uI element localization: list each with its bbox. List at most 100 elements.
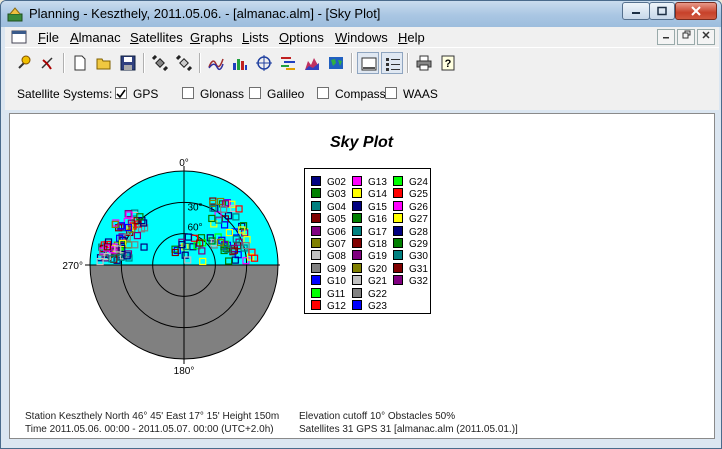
legend-item-g28: G28 bbox=[393, 225, 428, 238]
glonass-label[interactable]: Glonass bbox=[200, 87, 244, 101]
legend-swatch bbox=[352, 250, 362, 261]
world-view-button[interactable] bbox=[325, 52, 347, 74]
world-map-icon bbox=[329, 57, 343, 69]
legend-label: G12 bbox=[327, 301, 346, 312]
legend-swatch bbox=[311, 225, 321, 236]
minimize-icon bbox=[663, 37, 669, 39]
legend-item-g09: G09 bbox=[311, 262, 346, 275]
legend-item-g26: G26 bbox=[393, 200, 428, 213]
legend-swatch bbox=[352, 200, 362, 211]
north-label: 0° bbox=[179, 158, 189, 169]
legend-item-g25: G25 bbox=[393, 188, 428, 200]
legend-item-g05: G05 bbox=[311, 213, 346, 225]
legend-swatch bbox=[393, 200, 403, 211]
app-icon bbox=[7, 6, 23, 22]
location-tool-button[interactable] bbox=[13, 52, 35, 74]
legend-swatch bbox=[311, 275, 321, 286]
legend-item-g23: G23 bbox=[352, 300, 387, 312]
legend-item-g17: G17 bbox=[352, 225, 387, 238]
legend-label: G27 bbox=[409, 214, 428, 226]
menu-file[interactable]: File bbox=[38, 30, 59, 45]
legend-item-g10: G10 bbox=[311, 275, 346, 287]
dop-button[interactable] bbox=[301, 52, 323, 74]
legend-item-g31: G31 bbox=[393, 262, 428, 275]
legend-item-g27: G27 bbox=[393, 213, 428, 225]
legend-item-g07: G07 bbox=[311, 238, 346, 250]
glonass-checkbox[interactable] bbox=[182, 87, 194, 99]
new-button[interactable] bbox=[69, 52, 91, 74]
window-title: Planning - Keszthely, 2011.05.06. - [alm… bbox=[29, 6, 381, 21]
legend-label: G07 bbox=[327, 239, 346, 250]
legend-item-g30: G30 bbox=[393, 250, 428, 262]
legend-toggle[interactable] bbox=[381, 52, 403, 74]
minimize-icon bbox=[632, 12, 640, 14]
satellite-legend: G02 G03 G04 G05 G06 G07 G08 G09 G10 G11 G12 G13 G14 G… bbox=[304, 168, 431, 314]
help-button[interactable]: ? bbox=[437, 52, 459, 74]
obstacle-tool-button[interactable] bbox=[37, 52, 59, 74]
legend-item-g29: G29 bbox=[393, 238, 428, 250]
legend-label: G21 bbox=[368, 276, 387, 288]
document-icon[interactable] bbox=[11, 30, 27, 44]
open-folder-icon bbox=[96, 58, 111, 70]
south-label: 180° bbox=[174, 366, 195, 377]
legend-label: G32 bbox=[409, 276, 428, 288]
satellite-deselect-button[interactable] bbox=[173, 52, 195, 74]
sky-plot-view: Sky Plot 0°180°270°90°30°60° G02G03G04G0… bbox=[9, 113, 715, 439]
legend-label: G05 bbox=[327, 214, 346, 226]
minimize-button[interactable] bbox=[622, 2, 650, 20]
menu-satellites[interactable]: Satellites bbox=[130, 30, 183, 45]
menu-graphs[interactable]: Graphs bbox=[190, 30, 233, 45]
legend-label: G09 bbox=[327, 263, 346, 275]
elevation-graph-button[interactable] bbox=[205, 52, 227, 74]
title-bar[interactable]: Planning - Keszthely, 2011.05.06. - [alm… bbox=[1, 1, 721, 27]
legend-item-g13: G13 bbox=[352, 176, 387, 188]
satellite-systems-label: Satellite Systems: bbox=[17, 87, 113, 101]
legend-swatch bbox=[352, 213, 362, 224]
legend-swatch bbox=[311, 200, 321, 211]
status-bar-toggle[interactable] bbox=[357, 52, 379, 74]
gps-label[interactable]: GPS bbox=[133, 87, 158, 101]
cutoff-info: Elevation cutoff 10° Obstacles 50% bbox=[299, 411, 456, 422]
legend-label: G04 bbox=[327, 201, 346, 213]
print-button[interactable] bbox=[413, 52, 435, 74]
legend-swatch bbox=[352, 287, 362, 298]
maximize-button[interactable] bbox=[649, 2, 675, 20]
satellite-select-button[interactable] bbox=[149, 52, 171, 74]
menu-options[interactable]: Options bbox=[279, 30, 324, 45]
west-label: 270° bbox=[62, 261, 83, 272]
galileo-checkbox[interactable] bbox=[249, 87, 261, 99]
close-button[interactable] bbox=[675, 2, 717, 20]
sky-plot-button[interactable] bbox=[253, 52, 275, 74]
menu-help[interactable]: Help bbox=[398, 30, 425, 45]
visibility-button[interactable] bbox=[277, 52, 299, 74]
mdi-close-button[interactable] bbox=[697, 29, 715, 45]
open-button[interactable] bbox=[93, 52, 115, 74]
compass-checkbox[interactable] bbox=[317, 87, 329, 99]
galileo-label[interactable]: Galileo bbox=[267, 87, 304, 101]
legend-label: G06 bbox=[327, 226, 346, 238]
legend-label: G02 bbox=[327, 177, 346, 188]
toolbar-separator bbox=[351, 53, 353, 73]
mdi-restore-button[interactable] bbox=[677, 29, 695, 45]
legend-item-g15: G15 bbox=[352, 200, 387, 213]
menu-almanac[interactable]: Almanac bbox=[70, 30, 121, 45]
waas-label[interactable]: WAAS bbox=[403, 87, 438, 101]
legend-swatch bbox=[352, 238, 362, 248]
toolbar-separator bbox=[143, 53, 145, 73]
menu-bar: File Almanac Satellites Graphs Lists Opt… bbox=[5, 27, 719, 47]
compass-label[interactable]: Compass bbox=[335, 87, 386, 101]
waas-checkbox[interactable] bbox=[385, 87, 397, 99]
legend-item-g08: G08 bbox=[311, 250, 346, 262]
legend-item-g12: G12 bbox=[311, 300, 346, 312]
svg-text:?: ? bbox=[445, 58, 452, 70]
menu-windows[interactable]: Windows bbox=[335, 30, 388, 45]
mdi-minimize-button[interactable] bbox=[657, 29, 675, 45]
save-button[interactable] bbox=[117, 52, 139, 74]
legend-item-g21: G21 bbox=[352, 275, 387, 287]
menu-lists[interactable]: Lists bbox=[242, 30, 269, 45]
satellite-count-button[interactable] bbox=[229, 52, 251, 74]
list-icon bbox=[386, 58, 400, 71]
gps-checkbox[interactable] bbox=[115, 87, 127, 99]
legend-label: G26 bbox=[409, 201, 428, 213]
legend-swatch bbox=[393, 188, 403, 199]
